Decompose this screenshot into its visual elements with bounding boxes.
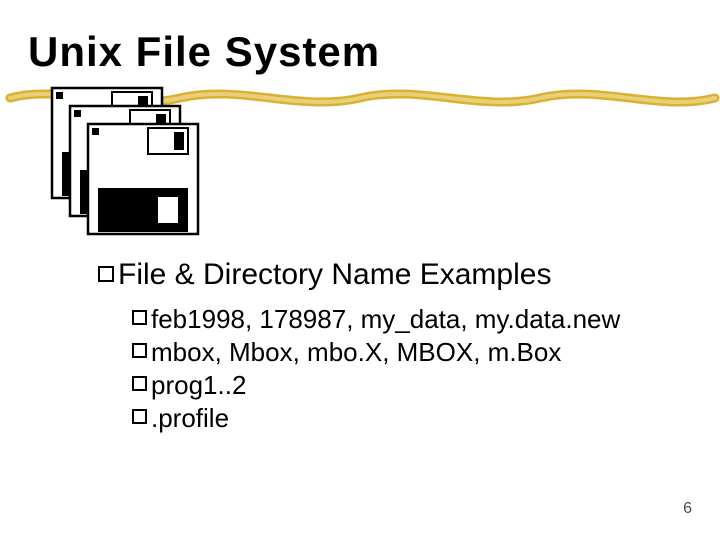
- sub-list: feb1998, 178987, my_data, my.data.new mb…: [132, 304, 680, 434]
- slide: Unix File System: [0, 0, 720, 540]
- list-item: .profile: [132, 403, 680, 434]
- content-area: File & Directory Name Examples feb1998, …: [98, 258, 680, 436]
- square-bullet-icon: [98, 266, 114, 282]
- heading-row: File & Directory Name Examples: [98, 258, 680, 292]
- square-bullet-icon: [132, 376, 147, 391]
- page-number: 6: [683, 500, 692, 518]
- square-bullet-icon: [132, 409, 147, 424]
- list-item-text: prog1..2: [151, 370, 246, 401]
- list-item: prog1..2: [132, 370, 680, 401]
- floppy-disk-icon: [48, 84, 208, 244]
- slide-title: Unix File System: [28, 28, 380, 76]
- list-item-text: feb1998, 178987, my_data, my.data.new: [151, 304, 620, 335]
- heading-text: File & Directory Name Examples: [118, 258, 551, 292]
- square-bullet-icon: [132, 343, 147, 358]
- list-item: feb1998, 178987, my_data, my.data.new: [132, 304, 680, 335]
- list-item-text: mbox, Mbox, mbo.X, MBOX, m.Box: [151, 337, 561, 368]
- square-bullet-icon: [132, 310, 147, 325]
- list-item-text: .profile: [151, 403, 229, 434]
- list-item: mbox, Mbox, mbo.X, MBOX, m.Box: [132, 337, 680, 368]
